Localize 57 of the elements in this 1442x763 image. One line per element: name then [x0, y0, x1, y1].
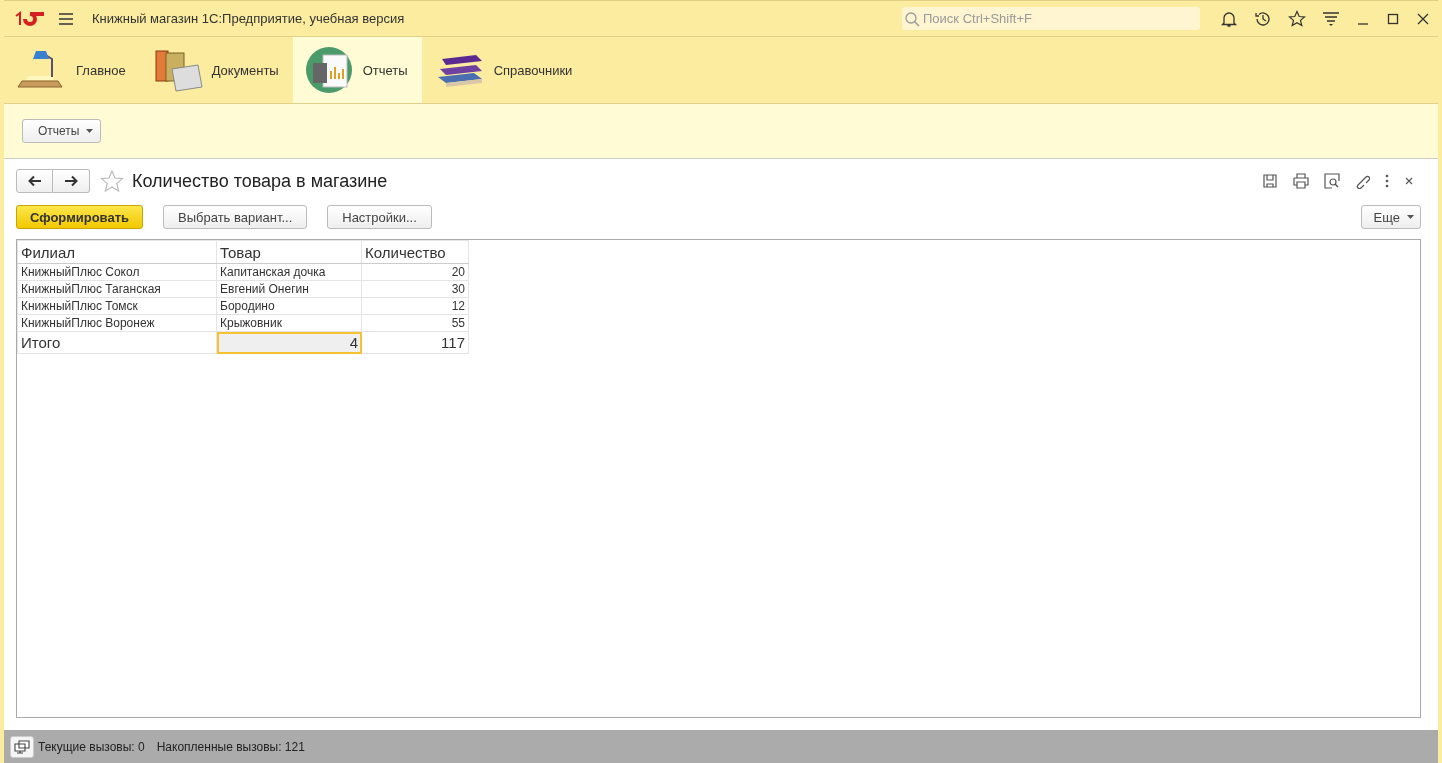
section-tab[interactable]: Справочники [421, 37, 587, 103]
table-cell: Капитанская дочка [216, 263, 362, 281]
total-cell[interactable]: 4 [216, 331, 362, 354]
print-icon[interactable] [1292, 173, 1310, 189]
table-cell: КнижныйПлюс Сокол [17, 263, 217, 281]
back-button[interactable] [16, 169, 53, 193]
windows-icon [14, 739, 30, 754]
table-cell: 20 [361, 263, 469, 281]
menu-icon[interactable] [58, 12, 74, 25]
table-cell: Бородино [216, 297, 362, 315]
table-cell: Крыжовник [216, 314, 362, 332]
generate-button[interactable]: Сформировать [16, 205, 144, 229]
window-title: Книжный магазин 1С:Предприятие, учебная версия [92, 11, 405, 26]
table-cell: 55 [361, 314, 469, 332]
filter-menu-icon[interactable] [1322, 9, 1340, 28]
total-cell[interactable]: 117 [361, 331, 469, 354]
search-field[interactable]: Поиск Ctrl+Shift+F [902, 7, 1200, 30]
report-calculator-icon [304, 45, 355, 95]
search-icon [904, 11, 920, 27]
logo-icon [14, 10, 46, 27]
favorite-star-icon[interactable] [100, 170, 124, 192]
forward-button[interactable] [53, 169, 90, 193]
form-title: Количество товара в магазине [132, 170, 388, 192]
column-header: Товар [216, 240, 362, 264]
section-tab[interactable]: Главное [4, 37, 140, 103]
more-menu-button[interactable]: Еще [1360, 205, 1421, 229]
total-cell[interactable]: Итого [17, 331, 217, 354]
caret-icon [86, 129, 94, 133]
table-cell: КнижныйПлюс Томск [17, 297, 217, 315]
monitor-button[interactable] [10, 735, 34, 758]
left-arrow-icon [27, 175, 42, 187]
table-cell: КнижныйПлюс Воронеж [17, 314, 217, 332]
close-icon[interactable] [1416, 11, 1430, 26]
history-icon[interactable] [1254, 9, 1272, 28]
save-icon[interactable] [1262, 173, 1278, 189]
column-header: Филиал [17, 240, 217, 264]
section-tab[interactable]: Документы [139, 37, 293, 103]
column-header: Количество [361, 240, 469, 264]
form-button[interactable]: Выбрать вариант... [163, 205, 308, 229]
preview-icon[interactable] [1324, 173, 1340, 189]
star-icon[interactable] [1288, 9, 1306, 28]
close-icon[interactable] [1404, 176, 1414, 186]
reports-menu-button[interactable]: Отчеты [22, 119, 102, 143]
status-text: Текущие вызовы: 0 [38, 739, 145, 754]
table-cell: 30 [361, 280, 469, 298]
section-tab[interactable]: Отчеты [292, 37, 422, 103]
table-cell: КнижныйПлюс Таганская [17, 280, 217, 298]
more-icon[interactable] [1384, 173, 1390, 189]
form-button[interactable]: Настройки... [327, 205, 432, 229]
right-arrow-icon [64, 175, 78, 187]
maximize-icon[interactable] [1386, 11, 1400, 26]
bell-icon[interactable] [1220, 9, 1238, 28]
caret-icon [1407, 215, 1414, 219]
table-cell: 12 [361, 297, 469, 315]
link-icon[interactable] [1354, 173, 1370, 189]
status-text: Накопленные вызовы: 121 [156, 739, 305, 754]
table-cell: Евгений Онегин [216, 280, 362, 298]
